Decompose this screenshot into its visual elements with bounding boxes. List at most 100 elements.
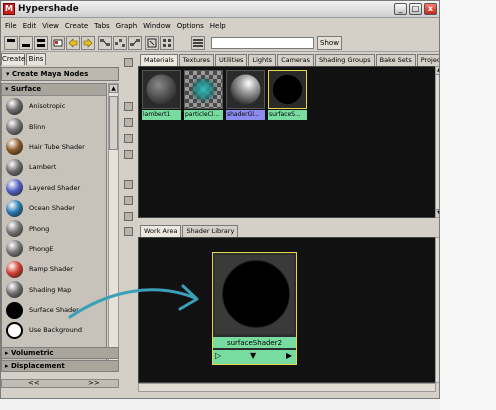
next-graph-icon[interactable] <box>81 36 95 50</box>
menu-file[interactable]: File <box>3 22 21 30</box>
sort-reverse-icon[interactable] <box>124 227 133 236</box>
page-margin <box>440 0 496 410</box>
menu-edit[interactable]: Edit <box>21 22 41 30</box>
input-port-icon[interactable]: ▷ <box>215 351 221 360</box>
page-bottom-margin <box>0 399 440 410</box>
nav-prev-button[interactable]: << <box>28 379 40 387</box>
menu-view[interactable]: View <box>40 22 63 30</box>
section-displacement[interactable]: ▸ Displacement <box>1 360 119 372</box>
shader-item[interactable]: Hair Tube Shader <box>2 137 106 157</box>
clear-graph-icon[interactable] <box>145 36 159 50</box>
tab-utilities[interactable]: Utilities <box>214 54 248 66</box>
lambert1-material-icon[interactable] <box>142 70 181 109</box>
menu-help[interactable]: Help <box>208 22 230 30</box>
section-surface[interactable]: ▾ Surface <box>2 84 106 96</box>
layout-top-icon[interactable] <box>4 36 18 50</box>
lambert-shader-icon <box>6 158 23 176</box>
nav-next-button[interactable]: >> <box>88 379 100 387</box>
shader-label: Ocean Shader <box>29 204 75 213</box>
layout-both-icon[interactable] <box>34 36 48 50</box>
section-surface-label: Surface <box>10 85 42 93</box>
shader-item[interactable]: Phong <box>2 218 106 238</box>
menu-graph[interactable]: Graph <box>114 22 141 30</box>
material-label-surface-shader[interactable]: surfaceS... <box>268 110 307 120</box>
shader-item[interactable]: Surface Shader <box>2 300 106 320</box>
maximize-button[interactable]: □ <box>409 3 422 15</box>
create-maya-nodes-header[interactable]: ▾ Create Maya Nodes <box>1 67 119 81</box>
anisotropic-shader-icon <box>6 97 23 115</box>
blinn-shader-icon <box>6 118 23 136</box>
shader-glow-material-icon[interactable] <box>226 70 265 109</box>
work-area-hscrollbar[interactable] <box>138 383 436 392</box>
shader-item[interactable]: Layered Shader <box>2 178 106 198</box>
shader-item[interactable]: Ramp Shader <box>2 259 106 279</box>
shader-item[interactable]: Blinn <box>2 116 106 136</box>
shader-list-scrollbar[interactable]: ▲ ▼ <box>108 83 119 371</box>
sort-time-icon[interactable] <box>124 212 133 221</box>
tab-create[interactable]: Create <box>1 53 25 65</box>
material-label-particle-cloud[interactable]: particleCl... <box>184 110 223 120</box>
tab-work-area[interactable]: Work Area <box>140 225 182 237</box>
surface-shader-swatch-icon <box>222 260 290 328</box>
material-label-lambert1[interactable]: lambert1 <box>142 110 181 120</box>
graph-input-output-icon[interactable] <box>113 36 127 50</box>
material-label-shader-glow[interactable]: shaderGl... <box>226 110 265 120</box>
shader-item[interactable]: PhongE <box>2 239 106 259</box>
tab-projects[interactable]: Projects <box>416 54 439 66</box>
sort-name-icon[interactable] <box>124 180 133 189</box>
tab-cameras[interactable]: Cameras <box>277 54 314 66</box>
bottom-tab-row: Work Area Shader Library <box>140 225 239 237</box>
use-background-icon <box>6 321 23 339</box>
graph-layout-icon[interactable] <box>191 36 205 50</box>
work-area[interactable]: surfaceShader2 ▷ ▼ ▶ <box>138 237 436 383</box>
swatch-small-icon[interactable] <box>124 102 133 111</box>
tab-textures[interactable]: Textures <box>178 54 214 66</box>
sort-type-icon[interactable] <box>124 196 133 205</box>
tab-lights[interactable]: Lights <box>248 54 277 66</box>
filter-input[interactable] <box>211 37 314 49</box>
shader-item[interactable]: Use Background <box>2 320 106 340</box>
expand-port-icon[interactable]: ▼ <box>250 351 256 360</box>
shader-label: Ramp Shader <box>29 265 73 274</box>
title-bar[interactable]: M Hypershade _ □ x <box>1 1 439 18</box>
menu-tabs[interactable]: Tabs <box>92 22 114 30</box>
shader-item[interactable]: Lambert <box>2 157 106 177</box>
menu-options[interactable]: Options <box>175 22 208 30</box>
bookmark-icon[interactable] <box>51 36 65 50</box>
graph-input-icon[interactable] <box>98 36 112 50</box>
shader-item[interactable]: Shading Map <box>2 280 106 300</box>
menu-create[interactable]: Create <box>63 22 92 30</box>
node-swatch <box>215 255 294 334</box>
scroll-thumb[interactable] <box>109 96 118 150</box>
shader-label: Layered Shader <box>29 183 81 192</box>
shader-item[interactable]: Ocean Shader <box>2 198 106 218</box>
particle-cloud-material-icon[interactable] <box>184 70 223 109</box>
rearrange-graph-icon[interactable] <box>160 36 174 50</box>
layout-bottom-icon[interactable] <box>19 36 33 50</box>
output-port-icon[interactable]: ▶ <box>286 351 292 360</box>
minimize-button[interactable]: _ <box>394 3 407 15</box>
tab-shading-groups[interactable]: Shading Groups <box>314 54 375 66</box>
prev-graph-icon[interactable] <box>66 36 80 50</box>
shader-item[interactable]: Anisotropic <box>2 96 106 116</box>
surface-shader-node[interactable]: surfaceShader2 ▷ ▼ ▶ <box>212 252 297 365</box>
swatch-medium-icon[interactable] <box>124 118 133 127</box>
menu-window[interactable]: Window <box>141 22 175 30</box>
section-volumetric-label: Volumetric <box>10 349 54 357</box>
section-volumetric[interactable]: ▸ Volumetric <box>1 347 119 359</box>
tab-materials[interactable]: Materials <box>140 54 178 66</box>
surface-shader-material-icon[interactable] <box>268 70 307 109</box>
tab-bins[interactable]: Bins <box>26 53 46 65</box>
tab-bake-sets[interactable]: Bake Sets <box>375 54 416 66</box>
graph-output-icon[interactable] <box>128 36 142 50</box>
scroll-up-icon[interactable]: ▲ <box>109 84 118 93</box>
show-button[interactable]: Show <box>317 36 342 50</box>
dock-icon[interactable] <box>124 58 133 67</box>
close-button[interactable]: x <box>424 3 437 15</box>
toolbar: Show <box>1 34 439 52</box>
node-label[interactable]: surfaceShader2 <box>213 336 296 348</box>
swatch-large-icon[interactable] <box>124 134 133 143</box>
materials-view[interactable]: lambert1 particleCl... shaderGl... surfa… <box>138 66 436 218</box>
tab-shader-library[interactable]: Shader Library <box>182 225 239 237</box>
swatch-xlarge-icon[interactable] <box>124 150 133 159</box>
